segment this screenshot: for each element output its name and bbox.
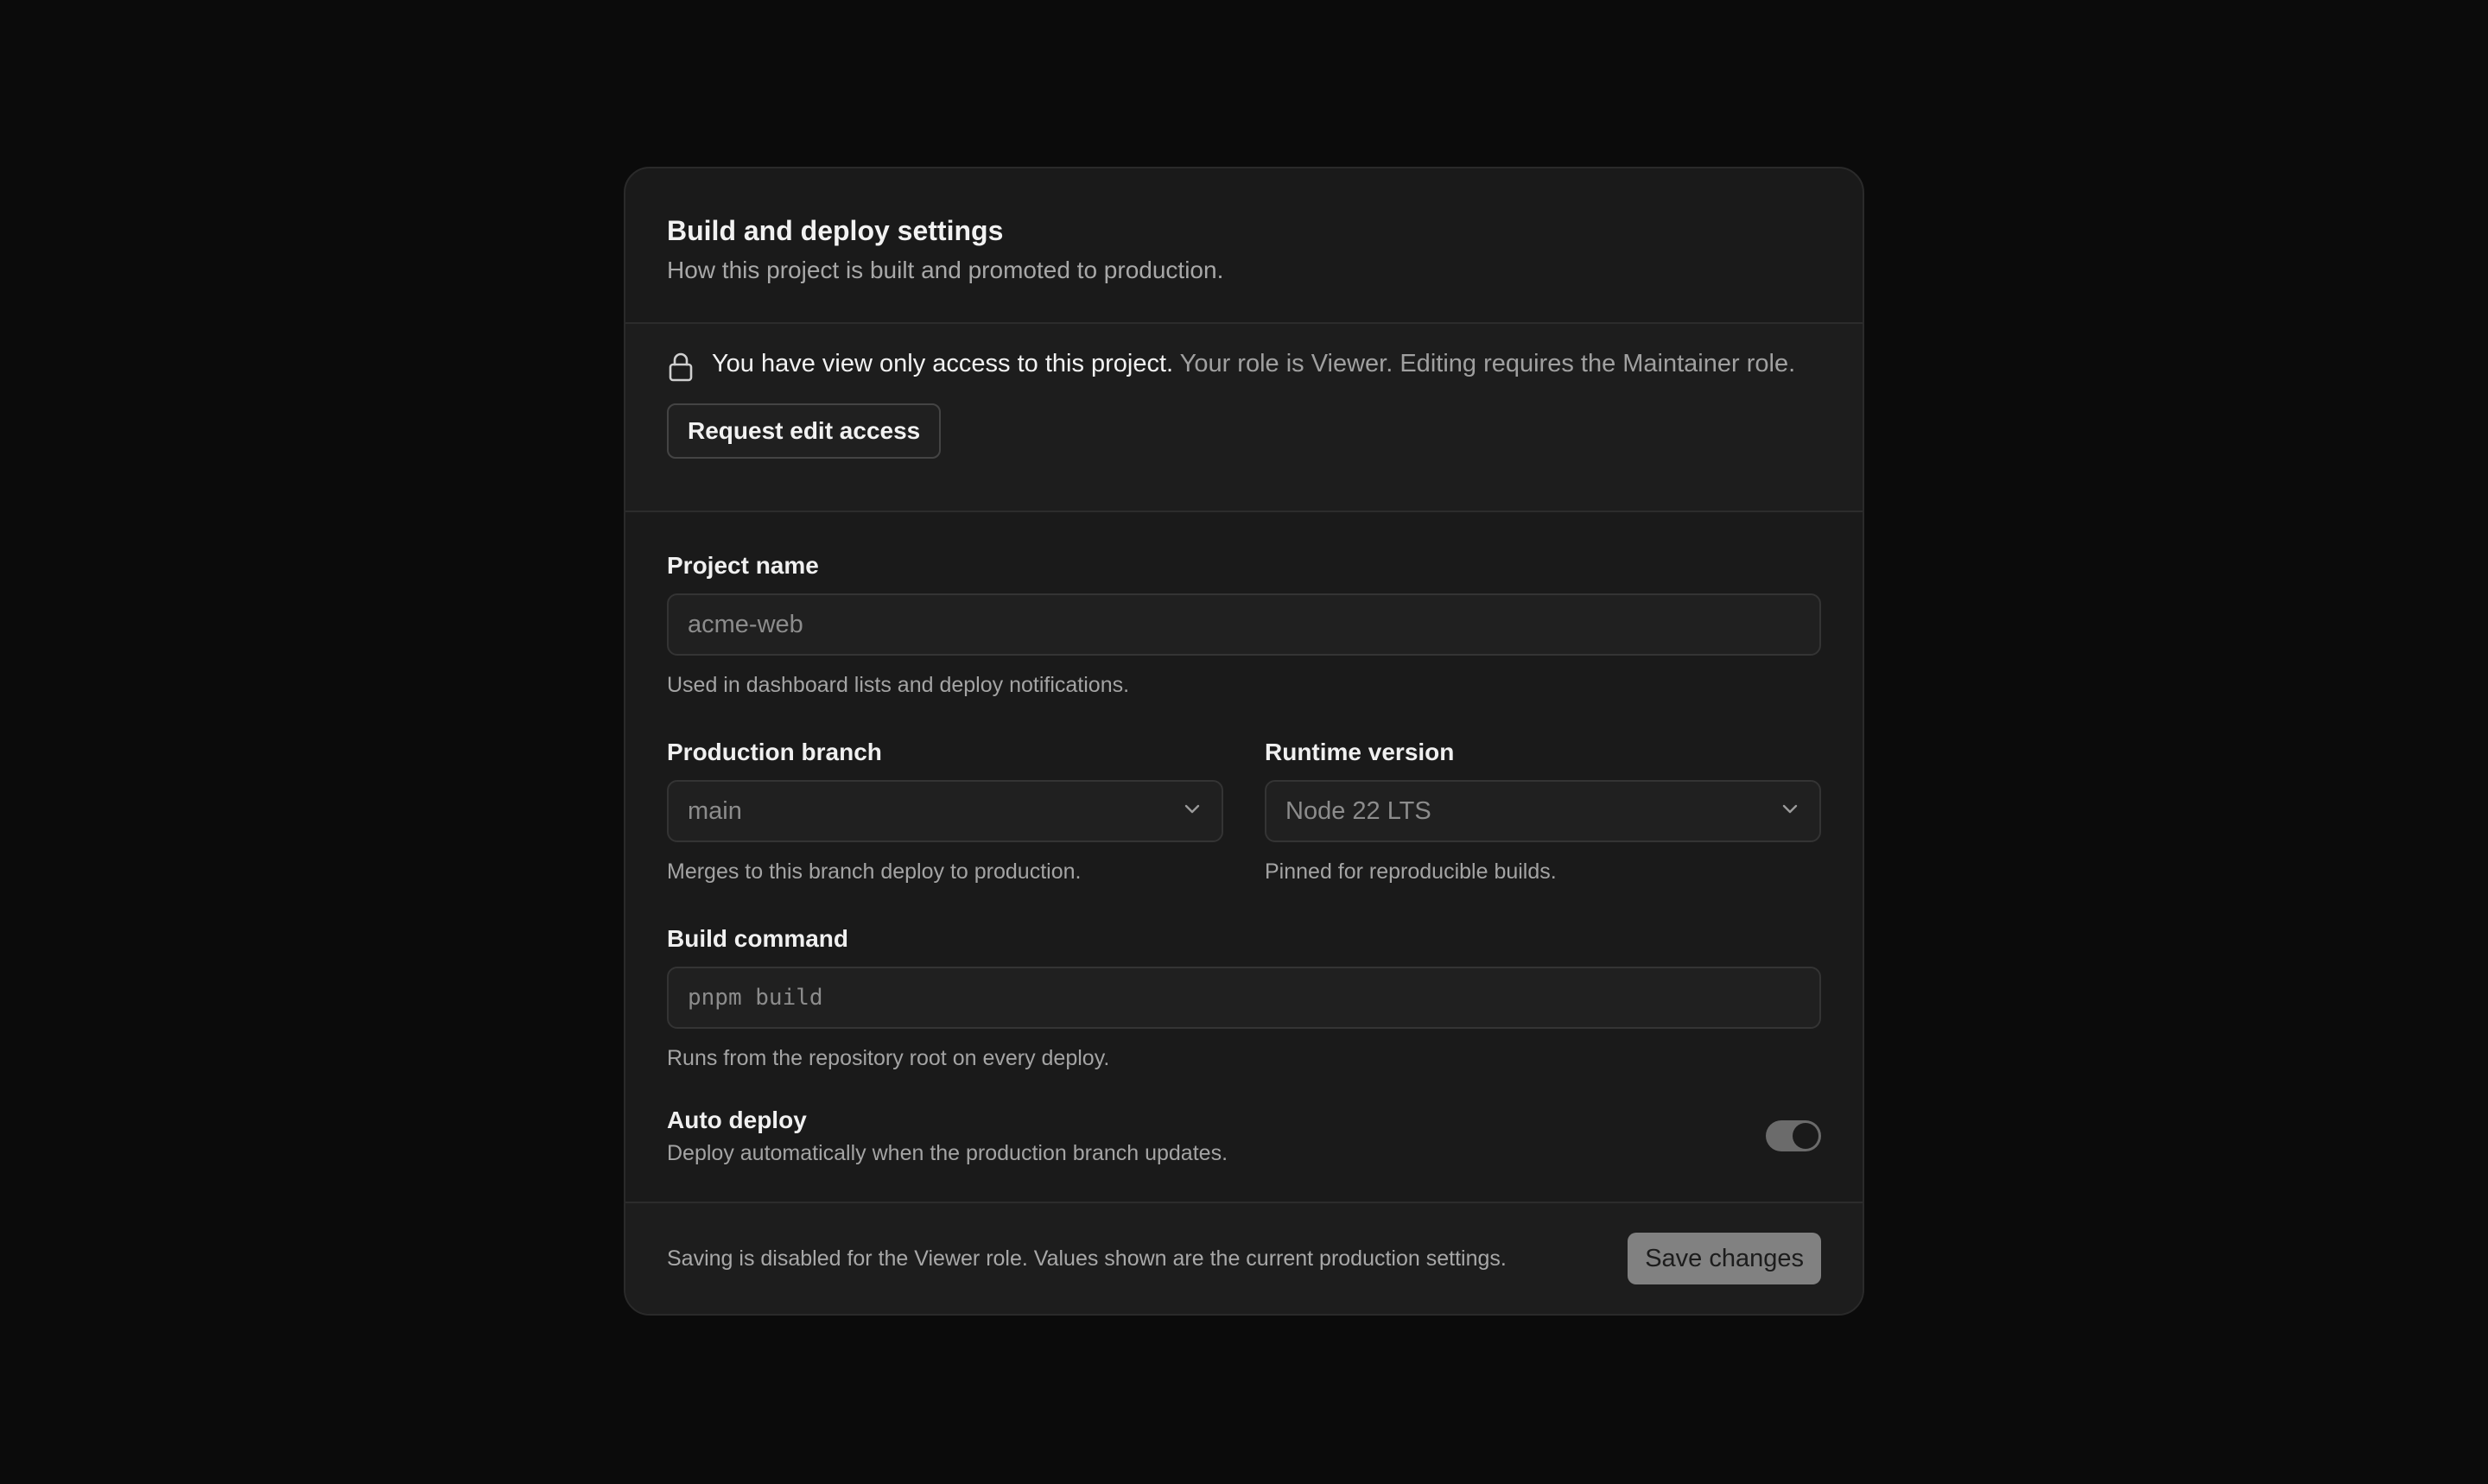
production-branch-help: Merges to this branch deploy to producti… xyxy=(667,859,1082,884)
settings-form: Project name acme-web Used in dashboard … xyxy=(625,512,1863,1167)
notice-detail-text: Your role is Viewer. Editing requires th… xyxy=(1173,350,1796,377)
runtime-version-label: Runtime version xyxy=(1265,739,1455,765)
auto-deploy-label: Auto deploy xyxy=(667,1107,807,1133)
runtime-version-value: Node 22 LTS xyxy=(1285,796,1431,825)
runtime-version-select[interactable]: Node 22 LTS xyxy=(1265,780,1821,842)
page-title: Build and deploy settings xyxy=(667,215,1004,246)
chevron-down-icon xyxy=(1182,797,1203,826)
project-name-help: Used in dashboard lists and deploy notif… xyxy=(667,673,1130,697)
project-name-value: acme-web xyxy=(688,610,803,638)
build-command-value: pnpm build xyxy=(688,985,823,1011)
project-name-label: Project name xyxy=(667,552,819,579)
project-name-input[interactable]: acme-web xyxy=(667,593,1821,656)
notice-text: You have view only access to this projec… xyxy=(712,346,1800,381)
production-branch-value: main xyxy=(688,796,742,825)
branch-runtime-row: Production branch main Merges to this br… xyxy=(667,737,1821,885)
settings-card: Build and deploy settings How this proje… xyxy=(624,167,1864,1316)
build-command-input[interactable]: pnpm build xyxy=(667,967,1821,1029)
production-branch-label: Production branch xyxy=(667,739,882,765)
request-edit-access-button[interactable]: Request edit access xyxy=(667,403,942,459)
card-footer: Saving is disabled for the Viewer role. … xyxy=(625,1202,1863,1314)
production-branch-select[interactable]: main xyxy=(667,780,1223,842)
save-changes-button[interactable]: Save changes xyxy=(1628,1233,1821,1284)
production-branch-group: Production branch main Merges to this br… xyxy=(667,737,1223,885)
build-command-help: Runs from the repository root on every d… xyxy=(667,1046,1110,1070)
card-header: Build and deploy settings How this proje… xyxy=(625,168,1863,324)
notice-row: You have view only access to this projec… xyxy=(667,346,1821,384)
auto-deploy-toggle[interactable] xyxy=(1766,1120,1821,1151)
auto-deploy-description: Deploy automatically when the production… xyxy=(667,1141,1228,1165)
chevron-down-icon xyxy=(1780,797,1800,826)
runtime-version-help: Pinned for reproducible builds. xyxy=(1265,859,1557,884)
toggle-knob xyxy=(1793,1123,1818,1149)
runtime-version-group: Runtime version Node 22 LTS Pinned for r… xyxy=(1265,737,1821,885)
page-subtitle: How this project is built and promoted t… xyxy=(667,257,1224,283)
project-name-group: Project name acme-web Used in dashboard … xyxy=(667,550,1821,699)
auto-deploy-row: Auto deploy Deploy automatically when th… xyxy=(667,1105,1821,1167)
lock-icon xyxy=(667,350,695,384)
build-command-label: Build command xyxy=(667,925,849,952)
auto-deploy-text: Auto deploy Deploy automatically when th… xyxy=(667,1105,1228,1167)
footer-note: Saving is disabled for the Viewer role. … xyxy=(667,1246,1507,1271)
view-only-notice: You have view only access to this projec… xyxy=(625,324,1863,512)
notice-strong-text: You have view only access to this projec… xyxy=(712,350,1174,377)
build-command-group: Build command pnpm build Runs from the r… xyxy=(667,923,1821,1072)
